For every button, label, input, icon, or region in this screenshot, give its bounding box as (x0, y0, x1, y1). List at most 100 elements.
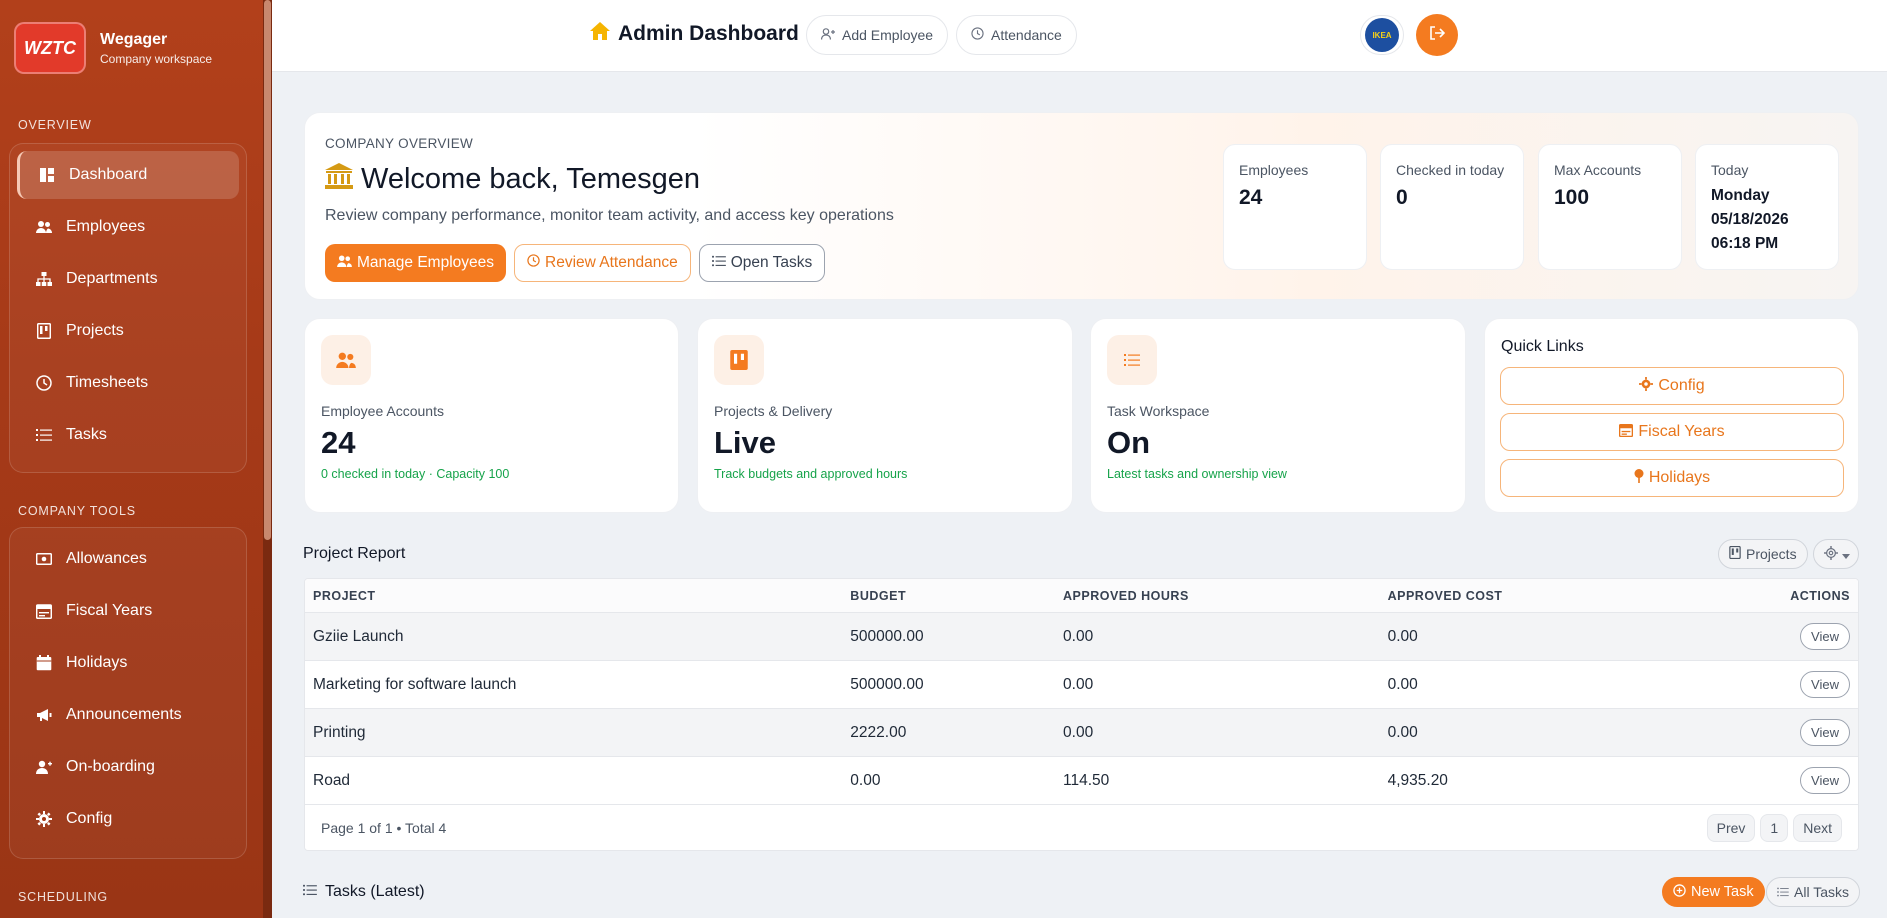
new-task-label: New Task (1691, 884, 1754, 900)
stat-label: Max Accounts (1554, 162, 1642, 178)
quick-link-fiscal-years[interactable]: Fiscal Years (1500, 413, 1844, 451)
sidebar-item-announcements[interactable]: Announcements (17, 691, 239, 739)
welcome-text: Welcome back, Temesgen (361, 163, 701, 195)
manage-employees-label: Manage Employees (357, 254, 494, 271)
stat-label: Checked in today (1396, 162, 1505, 178)
cell-project: Printing (313, 723, 366, 741)
view-button[interactable]: View (1800, 623, 1850, 650)
user-add-icon (821, 27, 835, 43)
card-value: Live (714, 425, 777, 460)
page-title: Admin Dashboard (590, 22, 799, 46)
pagination: Prev 1 Next (1706, 814, 1842, 842)
settings-dropdown-button[interactable] (1813, 539, 1859, 569)
cell-hours: 114.50 (1063, 771, 1110, 789)
view-button[interactable]: View (1800, 671, 1850, 698)
quick-links-title: Quick Links (1501, 338, 1584, 355)
company-logo: IKEA (1365, 18, 1399, 52)
sidebar-item-tasks[interactable]: Tasks (17, 411, 239, 459)
clock-icon (527, 254, 540, 272)
project-report-title: Project Report (303, 545, 406, 562)
header-budget[interactable]: BUDGET (850, 589, 1063, 603)
header-approved-hours[interactable]: APPROVED HOURS (1063, 589, 1388, 603)
prev-page-button[interactable]: Prev (1706, 814, 1756, 842)
cell-hours: 0.00 (1063, 627, 1094, 645)
overview-label: OVERVIEW (18, 118, 92, 132)
view-button[interactable]: View (1800, 719, 1850, 746)
cell-cost: 4,935.20 (1387, 771, 1448, 789)
sidebar-item-label: Fiscal Years (66, 602, 153, 619)
task-workspace-card[interactable]: Task Workspace On Latest tasks and owner… (1090, 318, 1466, 513)
header-approved-cost[interactable]: APPROVED COST (1388, 589, 1688, 603)
sidebar-item-employees[interactable]: Employees (17, 203, 239, 251)
quick-link-label: Fiscal Years (1638, 423, 1725, 440)
employee-accounts-card[interactable]: Employee Accounts 24 0 checked in today … (304, 318, 679, 513)
new-task-button[interactable]: New Task (1662, 877, 1765, 907)
gear-icon (1639, 376, 1654, 396)
sidebar-item-timesheets[interactable]: Timesheets (17, 359, 239, 407)
sidebar-item-projects[interactable]: Projects (17, 307, 239, 355)
company-tools-label: COMPANY TOOLS (18, 504, 136, 518)
pin-icon (1634, 468, 1644, 488)
sidebar-item-departments[interactable]: Departments (17, 255, 239, 303)
cell-budget: 2222.00 (850, 723, 907, 741)
today-time: 06:18 PM (1711, 235, 1779, 252)
sidebar-item-label: Departments (66, 270, 158, 287)
add-employee-button[interactable]: Add Employee (806, 15, 949, 55)
chevron-down-icon (1842, 546, 1850, 562)
company-tools-nav: Allowances Fiscal Years Holidays Announc… (9, 527, 247, 859)
quick-link-holidays[interactable]: Holidays (1500, 459, 1844, 497)
sidebar-item-label: Allowances (66, 550, 147, 567)
list-icon (36, 427, 52, 443)
projects-button[interactable]: Projects (1718, 539, 1808, 569)
list-icon (303, 883, 317, 901)
all-tasks-button[interactable]: All Tasks (1766, 877, 1860, 907)
user-add-icon (36, 759, 52, 775)
sidebar-item-label: Tasks (66, 426, 107, 443)
hero-eyebrow: COMPANY OVERVIEW (325, 136, 474, 151)
quick-link-label: Config (1658, 377, 1705, 394)
sidebar-item-holidays[interactable]: Holidays (17, 639, 239, 687)
attendance-button[interactable]: Attendance (956, 15, 1077, 55)
view-button[interactable]: View (1800, 767, 1850, 794)
sidebar-scroll-thumb[interactable] (264, 0, 271, 540)
clock-icon (971, 27, 984, 43)
sidebar-item-label: Timesheets (66, 374, 149, 391)
projects-delivery-card[interactable]: Projects & Delivery Live Track budgets a… (697, 318, 1073, 513)
today-date: 05/18/2026 (1711, 211, 1789, 228)
stat-value: 24 (1239, 186, 1263, 209)
avatar[interactable]: IKEA (1360, 15, 1404, 55)
kanban-icon (1729, 545, 1741, 562)
sidebar-item-onboarding[interactable]: On-boarding (17, 743, 239, 791)
megaphone-icon (36, 707, 52, 723)
page-number-button[interactable]: 1 (1760, 814, 1789, 842)
next-page-button[interactable]: Next (1793, 814, 1842, 842)
stat-employees: Employees 24 (1223, 144, 1367, 270)
open-tasks-button[interactable]: Open Tasks (698, 244, 826, 282)
stat-label: Today (1711, 162, 1749, 178)
cell-hours: 0.00 (1063, 723, 1094, 741)
manage-employees-button[interactable]: Manage Employees (325, 244, 506, 282)
logout-button[interactable] (1416, 14, 1458, 56)
sidebar-item-allowances[interactable]: Allowances (17, 535, 239, 583)
brand-name: Wegager (100, 30, 168, 48)
brand[interactable]: WZTC Wegager Company workspace (14, 22, 212, 74)
plus-circle-icon (1673, 883, 1686, 901)
cell-hours: 0.00 (1063, 675, 1094, 693)
header-actions: ACTIONS (1790, 588, 1850, 603)
sidebar-item-config[interactable]: Config (17, 795, 239, 843)
review-attendance-button[interactable]: Review Attendance (514, 244, 691, 282)
sidebar-item-dashboard[interactable]: Dashboard (17, 151, 239, 199)
add-employee-label: Add Employee (842, 27, 934, 43)
kanban-icon (36, 323, 52, 339)
stat-today: Today Monday 05/18/2026 06:18 PM (1695, 144, 1839, 270)
gear-icon (1824, 545, 1838, 563)
header-project[interactable]: PROJECT (305, 589, 850, 603)
cell-cost: 0.00 (1387, 723, 1418, 741)
list-icon (1107, 335, 1157, 385)
quick-link-config[interactable]: Config (1500, 367, 1844, 405)
gear-icon (36, 811, 52, 827)
card-value: On (1107, 425, 1151, 460)
company-overview: COMPANY OVERVIEW Welcome back, Temesgen … (304, 112, 1859, 300)
list-icon (1777, 884, 1789, 900)
sidebar-item-fiscal-years[interactable]: Fiscal Years (17, 587, 239, 635)
